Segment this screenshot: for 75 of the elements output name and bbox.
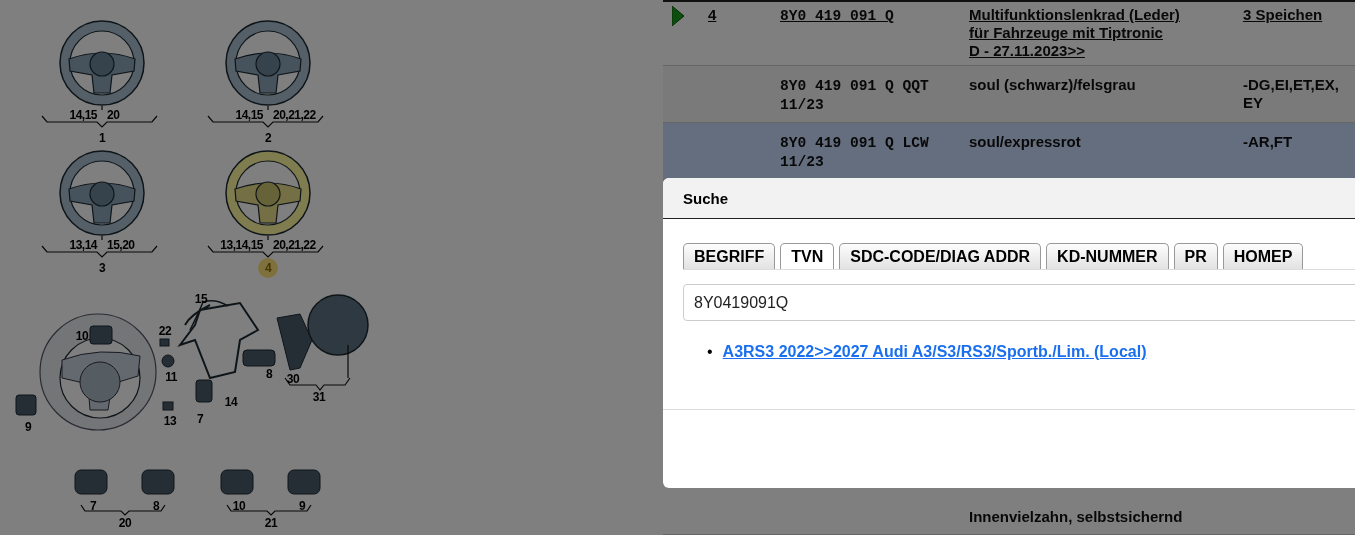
switch-drawing bbox=[195, 379, 213, 403]
result-link[interactable]: A3RS3 2022>>2027 Audi A3/S3/RS3/Sportb./Lim. (Local) bbox=[722, 343, 1147, 360]
description: Innenvielzahn, selbstsichernd bbox=[969, 508, 1183, 525]
switch-drawing bbox=[242, 349, 276, 367]
switch-drawing bbox=[15, 394, 37, 416]
leader-line bbox=[101, 235, 103, 241]
table-row[interactable]: 8Y0 419 091 Q QQT 11/23 soul (schwarz)/felsgrau -DG,EI,ET,EX, EY bbox=[663, 66, 1355, 123]
leader-line bbox=[267, 105, 269, 111]
screw-drawing bbox=[159, 338, 170, 347]
callout-label[interactable]: 22 bbox=[158, 324, 172, 338]
callout-label: 13,14 bbox=[69, 238, 97, 252]
description-link[interactable]: Multifunktionslenkrad (Leder) für Fahrzeuge mit Tiptronic D - 27.11.2023>> bbox=[969, 6, 1180, 60]
callout-label[interactable]: 8 bbox=[152, 499, 160, 513]
part-number-link[interactable]: 8Y0 419 091 Q bbox=[780, 8, 894, 24]
part-number: 8Y0 419 091 Q LCW 11/23 bbox=[780, 135, 929, 170]
remark: -AR,FT bbox=[1243, 133, 1293, 150]
callout-label[interactable]: 31 bbox=[312, 390, 326, 404]
steering-wheel-drawing[interactable] bbox=[59, 20, 145, 106]
part-number: 8Y0 419 091 Q QQT 11/23 bbox=[780, 78, 929, 113]
screw-drawing bbox=[162, 401, 174, 411]
frame-drawing bbox=[276, 313, 313, 371]
tab[interactable]: KD-NUMMER bbox=[1046, 243, 1169, 269]
tab[interactable]: TVN bbox=[780, 243, 835, 269]
position-link[interactable]: 4 bbox=[708, 6, 717, 23]
callout-label[interactable]: 13 bbox=[163, 414, 177, 428]
callout-label[interactable]: 8 bbox=[265, 367, 273, 381]
callout-label[interactable]: 1 bbox=[98, 131, 106, 145]
callout-label: 15,20 bbox=[107, 238, 135, 252]
callout-label[interactable]: 30 bbox=[286, 372, 300, 386]
tab[interactable]: SDC-CODE/DIAG ADDR bbox=[839, 243, 1042, 269]
table-row[interactable]: 8Y0 419 091 Q LCW 11/23 soul/expressrot -AR,FT bbox=[663, 123, 1355, 180]
callout-label: 20,21,22 bbox=[273, 108, 316, 122]
remark-link[interactable]: 3 Speichen bbox=[1243, 6, 1323, 23]
tab[interactable]: BEGRIFF bbox=[683, 243, 776, 269]
callout-label[interactable]: 3 bbox=[98, 261, 106, 275]
callout-label: 14,15 bbox=[69, 108, 97, 122]
switch-drawing bbox=[287, 469, 321, 495]
bullet: • bbox=[707, 343, 713, 360]
callout-label[interactable]: 15 bbox=[194, 292, 208, 306]
callout-label[interactable]: 10 bbox=[75, 329, 89, 343]
switch-drawing bbox=[74, 469, 108, 495]
description: soul (schwarz)/felsgrau bbox=[969, 76, 1136, 93]
search-field[interactable]: 8Y0419091Q bbox=[683, 284, 1355, 321]
airbag-drawing bbox=[307, 294, 369, 356]
callout-label: 20 bbox=[107, 108, 120, 122]
switch-drawing bbox=[141, 469, 175, 495]
callout-label[interactable]: 14 bbox=[224, 395, 238, 409]
leader-line bbox=[101, 105, 103, 111]
highlight-marker bbox=[258, 258, 278, 278]
table-row[interactable]: Innenvielzahn, selbstsichernd bbox=[663, 506, 1355, 535]
tab[interactable]: PR bbox=[1173, 243, 1218, 269]
callout-label: 13,14,15 bbox=[220, 238, 263, 252]
callout-label[interactable]: 20 bbox=[118, 516, 132, 530]
switch-drawing bbox=[220, 469, 254, 495]
leader-line bbox=[284, 344, 351, 391]
tab[interactable]: HOMEP bbox=[1222, 243, 1304, 269]
callout-label[interactable]: 9 bbox=[24, 420, 32, 434]
callout-label[interactable]: 7 bbox=[196, 412, 204, 426]
callout-label: 20,21,22 bbox=[273, 238, 316, 252]
callout-label[interactable]: 9 bbox=[298, 499, 306, 513]
knob-drawing bbox=[161, 354, 175, 368]
dialog-title: Suche bbox=[683, 189, 728, 207]
callout-label[interactable]: 7 bbox=[89, 499, 97, 513]
steering-wheel-drawing[interactable] bbox=[225, 150, 311, 236]
steering-wheel-drawing[interactable] bbox=[225, 20, 311, 106]
callout-label: 14,15 bbox=[235, 108, 263, 122]
description: soul/expressrot bbox=[969, 133, 1081, 150]
callout-label[interactable]: 2 bbox=[264, 131, 272, 145]
leader-line bbox=[267, 235, 269, 241]
callout-label[interactable]: 11 bbox=[165, 370, 177, 384]
switch-drawing bbox=[89, 325, 113, 345]
callout-label[interactable]: 21 bbox=[264, 516, 278, 530]
callout-label[interactable]: 10 bbox=[232, 499, 246, 513]
remark: -DG,EI,ET,EX, EY bbox=[1243, 76, 1339, 111]
steering-wheel-drawing[interactable] bbox=[59, 150, 145, 236]
